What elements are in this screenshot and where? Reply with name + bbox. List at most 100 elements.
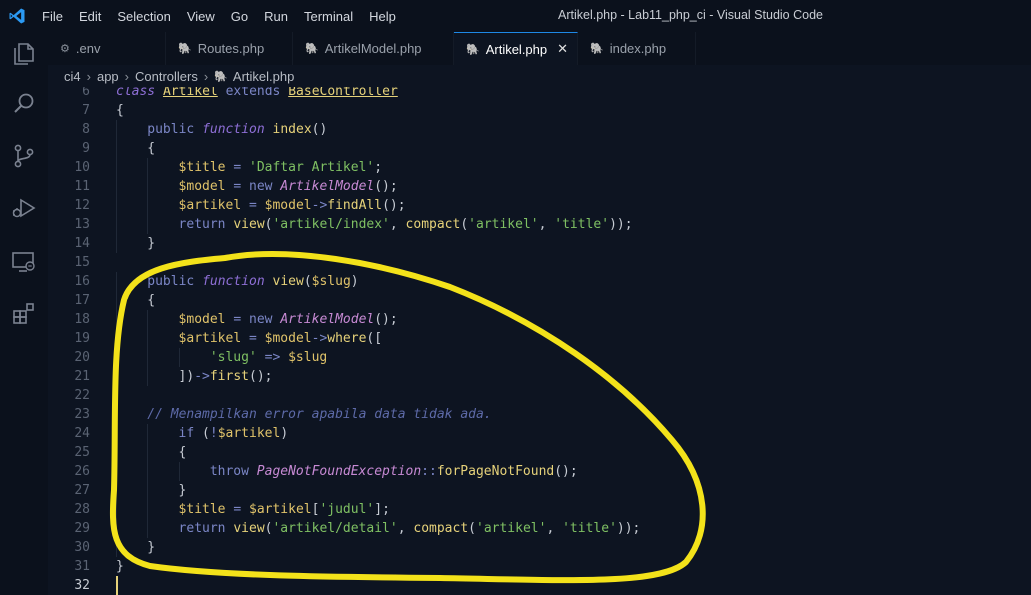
tab-index[interactable]: 🐘 index.php [578, 32, 696, 65]
code-token: $artikel [217, 426, 281, 441]
code-line[interactable]: 17 { [48, 291, 1031, 310]
tab-label: ArtikelModel.php [324, 41, 422, 56]
code-line[interactable]: 18 $model = new ArtikelModel(); [48, 310, 1031, 329]
code-token: 'artikel' [468, 217, 539, 232]
code-token: view [272, 274, 304, 289]
menu-terminal[interactable]: Terminal [304, 9, 353, 24]
search-icon[interactable] [10, 90, 38, 118]
line-number: 11 [74, 179, 90, 194]
code-token: 'title' [562, 521, 617, 536]
code-token: BaseController [288, 87, 398, 99]
code-text: { [147, 139, 155, 158]
indent-guide [147, 329, 149, 348]
code-token: throw [209, 464, 249, 479]
tab-artikel[interactable]: 🐘 Artikel.php ✕ [454, 32, 578, 65]
breadcrumb-item[interactable]: app [97, 69, 119, 84]
tab-routes[interactable]: 🐘 Routes.php [166, 32, 293, 65]
code-line[interactable]: 25 { [48, 443, 1031, 462]
code-token: , [538, 217, 555, 232]
indent-guide [116, 234, 117, 253]
code-line[interactable]: 10 $title = 'Daftar Artikel'; [48, 158, 1031, 177]
code-line[interactable]: 30} [48, 538, 1031, 557]
code-line[interactable]: 21])->first(); [48, 367, 1031, 386]
tab-label: Routes.php [197, 41, 265, 56]
code-token: ]; [374, 502, 390, 517]
code-token: 'judul' [319, 502, 375, 517]
explorer-icon[interactable] [10, 40, 38, 68]
code-line[interactable]: 7{ [48, 101, 1031, 120]
code-line[interactable]: 23 // Menampilkan error apabila data tida… [48, 405, 1031, 424]
run-debug-icon[interactable] [10, 194, 38, 222]
menu-selection[interactable]: Selection [117, 9, 170, 24]
code-editor[interactable]: 6 class Artikel extends BaseController 7{8… [48, 87, 1031, 595]
code-token: ( [194, 426, 210, 441]
code-line[interactable]: 19 $artikel = $model->where([ [48, 329, 1031, 348]
indent-guide [147, 443, 149, 462]
code-line[interactable]: 26 throw PageNotFoundException::forPageNo… [48, 462, 1031, 481]
code-line[interactable]: 20 'slug' => $slug [48, 348, 1031, 367]
extensions-icon[interactable] [10, 300, 38, 328]
code-text: } [179, 481, 187, 500]
code-line[interactable]: 27} [48, 481, 1031, 500]
tab-env[interactable]: ⚙ .env [48, 32, 166, 65]
code-line[interactable]: 12 $artikel = $model->findAll(); [48, 196, 1031, 215]
code-line[interactable]: 14} [48, 234, 1031, 253]
line-number: 17 [74, 293, 90, 308]
code-token: (); [554, 464, 578, 479]
code-line[interactable]: 31} [48, 557, 1031, 576]
code-token: compact [413, 521, 469, 536]
code-token: 'title' [554, 217, 610, 232]
code-token: first [209, 369, 249, 384]
menu-go[interactable]: Go [231, 9, 248, 24]
code-line[interactable]: 9{ [48, 139, 1031, 158]
tab-artikelmodel[interactable]: 🐘 ArtikelModel.php [293, 32, 454, 65]
menu-view[interactable]: View [187, 9, 215, 24]
code-line[interactable]: 22 [48, 386, 1031, 405]
code-token: } [147, 236, 156, 251]
remote-explorer-icon[interactable] [10, 248, 38, 276]
close-icon[interactable]: ✕ [557, 41, 568, 57]
code-token: )); [616, 521, 641, 536]
code-token: where [327, 331, 367, 346]
breadcrumb-item[interactable]: Controllers [135, 69, 198, 84]
line-number: 20 [74, 350, 90, 365]
code-line[interactable]: 13 return view('artikel/index', compact('… [48, 215, 1031, 234]
breadcrumb-item[interactable]: Artikel.php [233, 69, 294, 84]
code-line[interactable]: 28 $title = $artikel['judul']; [48, 500, 1031, 519]
code-token: new [249, 179, 273, 194]
code-line[interactable]: 6 class Artikel extends BaseController [48, 87, 1031, 101]
menu-help[interactable]: Help [369, 9, 396, 24]
code-token: new [249, 312, 273, 327]
code-token: 'artikel' [476, 521, 547, 536]
code-text: } [147, 234, 155, 253]
indent-guide [116, 329, 117, 348]
code-line[interactable]: 8 public function index() [48, 120, 1031, 139]
code-token: $model [178, 179, 226, 194]
indent-guide [147, 158, 149, 177]
code-text: $artikel = $model->where([ [179, 329, 383, 348]
code-token: $model [264, 198, 312, 213]
menu-edit[interactable]: Edit [79, 9, 101, 24]
code-line[interactable]: 29 return view('artikel/detail', compact(… [48, 519, 1031, 538]
code-token: 'Daftar Artikel' [249, 160, 375, 175]
code-line[interactable]: 24 if (!$artikel) [48, 424, 1031, 443]
code-token: -> [194, 369, 210, 384]
code-token: ]) [178, 369, 195, 384]
menu-file[interactable]: File [42, 9, 63, 24]
code-token: , [546, 521, 563, 536]
code-token: class [116, 87, 156, 99]
indent-guide [116, 139, 117, 158]
code-line[interactable]: 32 [48, 576, 1031, 595]
source-control-icon[interactable] [10, 142, 38, 170]
menu-run[interactable]: Run [264, 9, 288, 24]
code-line[interactable]: 11 $model = new ArtikelModel(); [48, 177, 1031, 196]
code-line[interactable]: 16 public function view($slug) [48, 272, 1031, 291]
code-token: $slug [288, 350, 328, 365]
code-text: public function index() [147, 120, 327, 139]
code-line[interactable]: 15 [48, 253, 1031, 272]
breadcrumb-item[interactable]: ci4 [64, 69, 81, 84]
